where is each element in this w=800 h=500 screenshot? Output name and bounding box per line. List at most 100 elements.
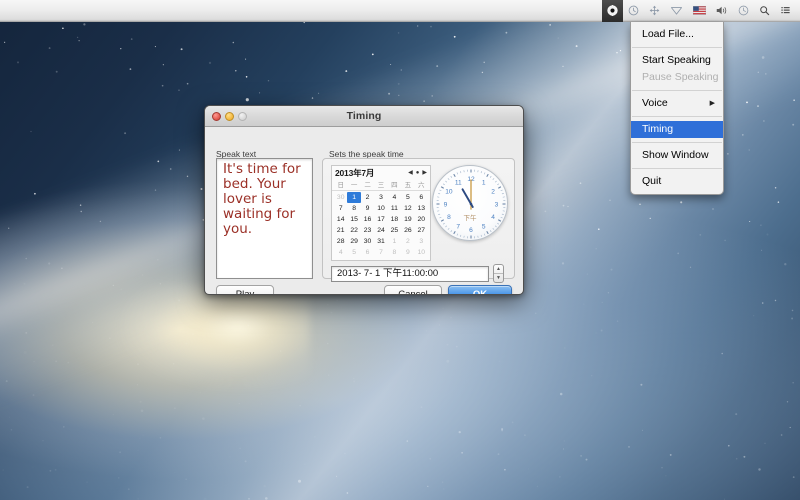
calendar-day[interactable]: 13 <box>415 203 428 214</box>
analog-clock: 121234567891011 下午 <box>432 165 508 241</box>
menu-separator <box>632 168 722 169</box>
calendar-day[interactable]: 5 <box>401 192 414 203</box>
svg-text:3: 3 <box>495 201 499 208</box>
speak-time-group: 2013年7月 ◀ ● ▶ 日一二三四五六 30 1 2 3 4 5 6 7 8 9 10 11 12 1… <box>322 158 515 283</box>
calendar-day[interactable]: 15 <box>347 214 360 225</box>
calendar-day[interactable]: 14 <box>334 214 347 225</box>
calendar-day[interactable]: 18 <box>388 214 401 225</box>
menu-item-start-speaking[interactable]: Start Speaking <box>631 52 723 69</box>
menu-item-timing[interactable]: Timing <box>631 121 723 138</box>
calendar-day[interactable]: 20 <box>415 214 428 225</box>
calendar-day[interactable]: 24 <box>374 225 387 236</box>
clock-face: 121234567891011 下午 <box>432 165 508 241</box>
calendar-day[interactable]: 2 <box>401 236 414 247</box>
app-dropdown-menu: Load File... Start Speaking Pause Speaki… <box>630 22 724 195</box>
calendar-day-grid: 30 1 2 3 4 5 6 7 8 9 10 11 12 13 14 15 16 17 18 19 20 21 22 23 2… <box>332 191 430 258</box>
svg-text:5: 5 <box>482 223 486 230</box>
time-machine-icon[interactable] <box>733 0 754 22</box>
calendar-day[interactable]: 30 <box>334 192 347 203</box>
flag-icon[interactable] <box>688 0 711 22</box>
calendar-day[interactable]: 4 <box>388 192 401 203</box>
move-arrows-icon[interactable] <box>644 0 665 22</box>
calendar-day[interactable]: 23 <box>361 225 374 236</box>
svg-text:7: 7 <box>456 223 460 230</box>
calendar-day[interactable]: 30 <box>361 236 374 247</box>
calendar-day[interactable]: 21 <box>334 225 347 236</box>
menu-separator <box>632 90 722 91</box>
stepper-up-icon[interactable]: ▲ <box>494 265 503 274</box>
calendar-day[interactable]: 12 <box>401 203 414 214</box>
timing-dialog: Timing Speak text It's time for bed. You… <box>204 105 524 295</box>
spotlight-search-icon[interactable] <box>754 0 775 22</box>
svg-text:9: 9 <box>444 201 448 208</box>
today-dot-icon[interactable]: ● <box>416 170 420 176</box>
calendar-header: 2013年7月 ◀ ● ▶ <box>332 166 430 179</box>
calendar-day[interactable]: 11 <box>388 203 401 214</box>
calendar-day[interactable]: 8 <box>347 203 360 214</box>
calendar-day[interactable]: 22 <box>347 225 360 236</box>
menu-item-load-file[interactable]: Load File... <box>631 26 723 43</box>
calendar-day[interactable]: 5 <box>347 247 360 258</box>
calendar-day[interactable]: 2 <box>361 192 374 203</box>
speak-text-input[interactable]: It's time for bed. Your lover is waiting… <box>216 158 313 279</box>
airplay-icon[interactable] <box>665 0 688 22</box>
svg-text:10: 10 <box>445 189 453 196</box>
calendar-weekday: 五 <box>404 182 412 189</box>
menu-item-voice[interactable]: Voice ▶ <box>631 95 723 112</box>
cancel-button[interactable]: Cancel <box>384 285 442 294</box>
menu-item-show-window[interactable]: Show Window <box>631 147 723 164</box>
dialog-title: Timing <box>346 110 382 122</box>
calendar-day[interactable]: 10 <box>415 247 428 258</box>
calendar-day[interactable]: 6 <box>361 247 374 258</box>
volume-icon[interactable] <box>711 0 733 22</box>
menu-item-voice-label: Voice <box>642 97 668 109</box>
calendar-day[interactable]: 16 <box>361 214 374 225</box>
calendar-day-selected[interactable]: 1 <box>347 192 361 203</box>
dialog-body: Speak text It's time for bed. Your lover… <box>205 127 523 294</box>
window-controls <box>212 112 247 121</box>
dialog-title-bar[interactable]: Timing <box>205 106 523 127</box>
close-button[interactable] <box>212 112 221 121</box>
calendar-weekday: 六 <box>418 182 425 189</box>
date-picker-calendar[interactable]: 2013年7月 ◀ ● ▶ 日一二三四五六 30 1 2 3 4 5 6 7 8 9 10 11 12 1… <box>331 165 431 261</box>
notification-center-icon[interactable] <box>775 0 796 22</box>
menu-item-quit[interactable]: Quit <box>631 173 723 190</box>
svg-text:11: 11 <box>455 179 462 186</box>
calendar-day[interactable]: 28 <box>334 236 347 247</box>
svg-text:1: 1 <box>482 179 486 186</box>
calendar-day[interactable]: 3 <box>374 192 387 203</box>
clock-icon[interactable] <box>623 0 644 22</box>
datetime-stepper[interactable]: ▲ ▼ <box>493 264 504 283</box>
ok-button[interactable]: OK <box>448 285 512 294</box>
galaxy-core-glow <box>120 285 310 390</box>
calendar-nav: ◀ ● ▶ <box>408 170 427 176</box>
stepper-down-icon[interactable]: ▼ <box>494 274 503 282</box>
calendar-day[interactable]: 7 <box>374 247 387 258</box>
calendar-weekday: 三 <box>377 182 385 189</box>
calendar-day[interactable]: 9 <box>361 203 374 214</box>
calendar-day[interactable]: 9 <box>401 247 414 258</box>
prev-month-icon[interactable]: ◀ <box>408 170 413 176</box>
calendar-day[interactable]: 19 <box>401 214 414 225</box>
chevron-right-icon: ▶ <box>709 100 715 107</box>
datetime-field[interactable]: 2013- 7- 1 下午11:00:00 <box>331 266 489 282</box>
speaker-app-icon[interactable] <box>602 0 623 22</box>
calendar-weekday: 二 <box>364 182 371 189</box>
calendar-day[interactable]: 27 <box>415 225 428 236</box>
calendar-day[interactable]: 7 <box>334 203 347 214</box>
play-button[interactable]: Play <box>216 285 274 294</box>
menu-separator <box>632 142 722 143</box>
calendar-day[interactable]: 8 <box>388 247 401 258</box>
calendar-day[interactable]: 17 <box>374 214 387 225</box>
calendar-day[interactable]: 1 <box>388 236 401 247</box>
calendar-day[interactable]: 26 <box>401 225 414 236</box>
calendar-day[interactable]: 4 <box>334 247 347 258</box>
calendar-day[interactable]: 25 <box>388 225 401 236</box>
calendar-day[interactable]: 6 <box>415 192 428 203</box>
minimize-button[interactable] <box>225 112 234 121</box>
calendar-day[interactable]: 10 <box>374 203 387 214</box>
next-month-icon[interactable]: ▶ <box>422 170 427 176</box>
calendar-day[interactable]: 29 <box>347 236 360 247</box>
calendar-day[interactable]: 31 <box>374 236 387 247</box>
calendar-day[interactable]: 3 <box>415 236 428 247</box>
